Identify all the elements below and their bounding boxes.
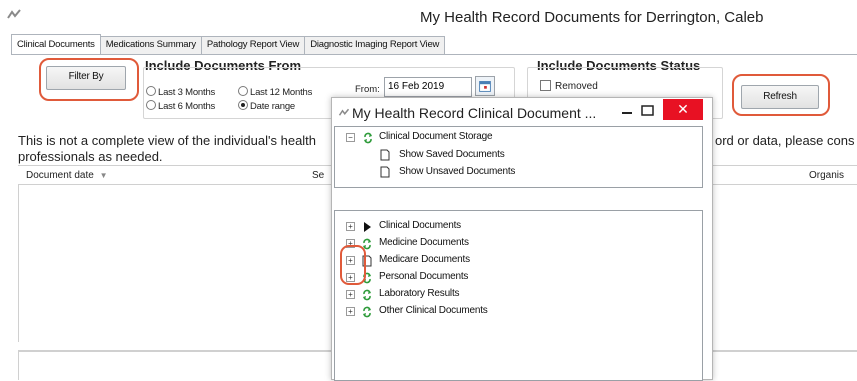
column-document-date-label: Document date: [26, 170, 94, 181]
expand-icon[interactable]: +: [346, 307, 355, 316]
dialog-title: My Health Record Clinical Document ...: [352, 105, 597, 121]
tab-pathology-report-view[interactable]: Pathology Report View: [200, 36, 306, 54]
radio-last-12-months-label: Last 12 Months: [250, 87, 313, 98]
refresh-highlight: [732, 74, 830, 116]
close-button[interactable]: ✕: [663, 99, 703, 120]
expand-icon[interactable]: +: [346, 222, 355, 231]
document-icon: [380, 166, 390, 178]
tab-diagnostic-imaging-report-view[interactable]: Diagnostic Imaging Report View: [304, 36, 446, 54]
radio-last-3-months-button[interactable]: [146, 86, 156, 96]
calendar-button[interactable]: [475, 76, 495, 96]
document-icon: [380, 149, 390, 161]
column-organisation[interactable]: Organis: [809, 170, 844, 181]
removed-checkbox-row[interactable]: Removed: [540, 80, 598, 92]
removed-checkbox[interactable]: [540, 80, 551, 91]
dialog-titlebar[interactable]: My Health Record Clinical Document ... ✕: [332, 98, 712, 128]
main-titlebar: My Health Record Documents for Derringto…: [0, 0, 857, 33]
medicare-icon-highlight: [340, 245, 366, 285]
filter-by-highlight: [39, 58, 139, 101]
radio-date-range-button[interactable]: [238, 100, 248, 110]
column-second[interactable]: Se: [312, 170, 324, 181]
notice-text-line2: professionals as needed.: [18, 149, 163, 164]
radio-last-12-months[interactable]: Last 12 Months: [238, 86, 312, 98]
clinical-document-dialog: My Health Record Clinical Document ... ✕…: [331, 97, 713, 381]
radio-last-6-months[interactable]: Last 6 Months: [146, 100, 215, 112]
radio-date-range-label: Date range: [250, 101, 296, 112]
refresh-arrows-icon: [363, 306, 371, 318]
close-icon: ✕: [677, 101, 689, 117]
tree-item-show-unsaved-documents[interactable]: Show Unsaved Documents: [399, 166, 515, 177]
tree-item-clinical-document-storage[interactable]: Clinical Document Storage: [379, 131, 493, 142]
radio-last-3-months[interactable]: Last 3 Months: [146, 86, 215, 98]
radio-last-3-months-label: Last 3 Months: [158, 87, 216, 98]
tree-item-show-saved-documents[interactable]: Show Saved Documents: [399, 149, 505, 160]
sort-down-icon: ▼: [99, 171, 108, 180]
dialog-app-icon: [338, 108, 350, 116]
expand-icon[interactable]: +: [346, 290, 355, 299]
app-icon: [7, 9, 21, 19]
window-title: My Health Record Documents for Derringto…: [420, 9, 764, 26]
tab-medications-summary[interactable]: Medications Summary: [99, 36, 202, 54]
from-date-input[interactable]: 16 Feb 2019: [384, 77, 472, 97]
radio-last-6-months-label: Last 6 Months: [158, 101, 216, 112]
maximize-icon[interactable]: [640, 103, 656, 119]
tree-item-other-clinical-documents[interactable]: Other Clinical Documents: [379, 305, 488, 316]
refresh-arrows-icon: [363, 289, 371, 301]
storage-panel: − Clinical Document Storage Show Saved D…: [334, 126, 703, 188]
collapse-icon[interactable]: −: [346, 133, 355, 142]
minimize-icon[interactable]: [620, 104, 634, 120]
notice-text-line1-tail: ord or data, please cons: [715, 133, 855, 148]
radio-last-6-months-button[interactable]: [146, 100, 156, 110]
radio-last-12-months-button[interactable]: [238, 86, 248, 96]
tree-item-personal-documents[interactable]: Personal Documents: [379, 271, 468, 282]
notice-text-line1: This is not a complete view of the indiv…: [18, 133, 317, 148]
tab-strip: Clinical Documents Medications Summary P…: [11, 34, 446, 54]
column-document-date[interactable]: Document date ▼: [26, 170, 108, 181]
tab-clinical-documents[interactable]: Clinical Documents: [11, 34, 101, 54]
categories-panel: + Clinical Documents + Medicine Document…: [334, 210, 703, 381]
refresh-arrows-icon: [364, 132, 372, 144]
from-label: From:: [355, 84, 380, 95]
radio-date-range[interactable]: Date range: [238, 100, 295, 112]
calendar-icon: [479, 81, 491, 92]
removed-label: Removed: [555, 81, 598, 92]
tree-item-medicine-documents[interactable]: Medicine Documents: [379, 237, 469, 248]
tree-item-laboratory-results[interactable]: Laboratory Results: [379, 288, 460, 299]
tree-item-clinical-documents[interactable]: Clinical Documents: [379, 220, 461, 231]
triangle-play-icon: [364, 222, 371, 232]
tree-item-medicare-documents[interactable]: Medicare Documents: [379, 254, 470, 265]
